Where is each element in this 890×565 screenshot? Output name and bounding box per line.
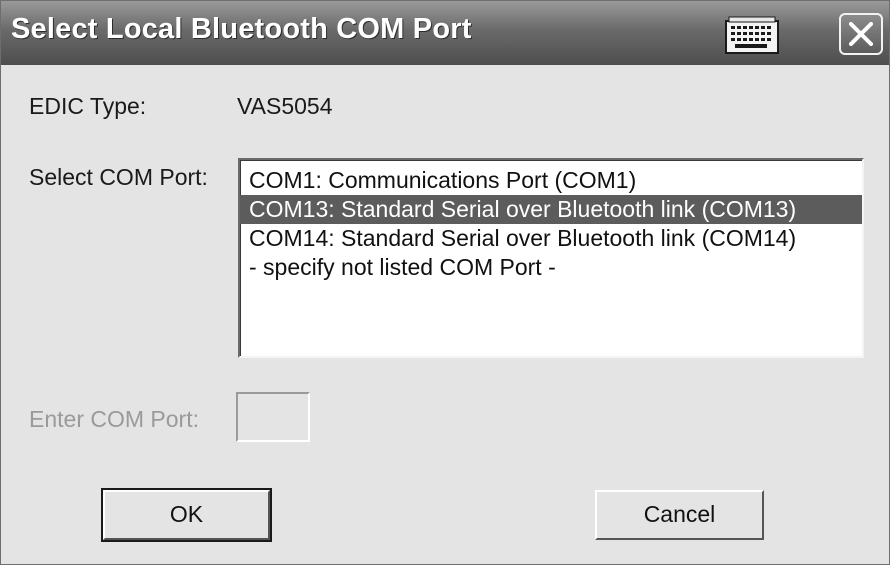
ok-button[interactable]: OK	[101, 488, 272, 542]
select-com-port-label: Select COM Port:	[29, 164, 208, 190]
enter-com-port-label: Enter COM Port:	[29, 406, 199, 432]
window-title: Select Local Bluetooth COM Port	[11, 13, 472, 45]
list-item-com13[interactable]: COM13: Standard Serial over Bluetooth li…	[240, 195, 862, 224]
cancel-button[interactable]: Cancel	[595, 490, 764, 540]
edic-type-value: VAS5054	[237, 93, 333, 119]
title-bar[interactable]: Select Local Bluetooth COM Port	[1, 1, 889, 65]
list-item-com1[interactable]: COM1: Communications Port (COM1)	[240, 166, 862, 195]
close-icon	[849, 22, 873, 46]
edic-type-label: EDIC Type:	[29, 93, 147, 119]
com-port-input[interactable]	[236, 392, 310, 442]
select-com-port-dialog: Select Local Bluetooth COM Port EDIC Typ…	[0, 0, 890, 565]
list-item-com14[interactable]: COM14: Standard Serial over Bluetooth li…	[240, 224, 862, 253]
keyboard-icon[interactable]	[725, 15, 779, 55]
list-item-specify-other[interactable]: - specify not listed COM Port -	[240, 253, 862, 282]
close-button[interactable]	[839, 13, 883, 55]
com-port-listbox[interactable]: COM1: Communications Port (COM1) COM13: …	[238, 158, 864, 358]
